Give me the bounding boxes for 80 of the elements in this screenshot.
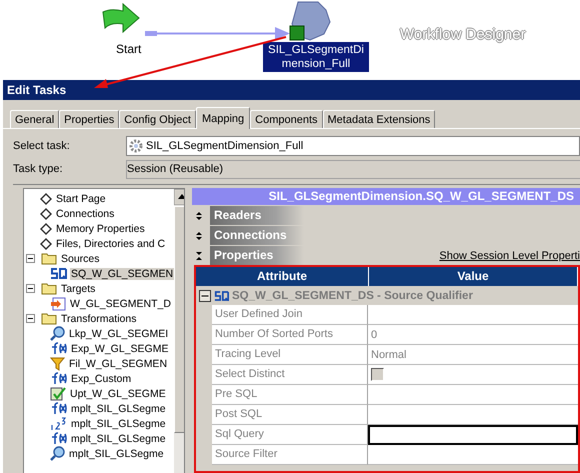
section-header[interactable]: Readers (210, 206, 304, 225)
folder-icon (41, 252, 57, 265)
collapse-icon[interactable] (199, 290, 211, 302)
workflow-designer-title: Workflow Designer (400, 26, 526, 43)
session-label[interactable]: SIL_GLSegmentDimension_Full (263, 42, 369, 72)
attribute-cell: Number Of Sorted Ports (212, 325, 368, 345)
tree-item[interactable]: mplt_SIL_GLSegme (70, 418, 167, 430)
collapse-icon[interactable] (26, 284, 35, 293)
attribute-cell: Pre SQL (212, 385, 368, 405)
function-icon (50, 372, 67, 385)
section-title: Connections (214, 228, 287, 242)
tab[interactable]: General (10, 110, 60, 128)
gear-icon (129, 139, 143, 153)
sequence-icon (50, 417, 67, 430)
column-header[interactable]: Attribute (196, 267, 369, 286)
tree-item[interactable]: Exp_Custom (70, 372, 132, 384)
start-label: Start (116, 42, 142, 56)
source-qualifier-icon (214, 290, 229, 300)
select-task-label: Select task: (13, 140, 71, 152)
tree-item[interactable]: W_GL_SEGMENT_D (69, 298, 172, 310)
attribute-cell: Select Distinct (212, 365, 368, 385)
tab[interactable]: Components (250, 110, 323, 128)
function-icon (50, 402, 67, 415)
task-type-value: Session (Reusable) (126, 160, 580, 178)
source-qualifier-icon (50, 268, 67, 279)
start-arrow-icon[interactable] (101, 2, 141, 36)
select-task-field[interactable]: SIL_GLSegmentDimension_Full (126, 136, 580, 156)
clipboard-check-icon (50, 386, 66, 401)
value-cell: 0 (368, 325, 578, 345)
tree-item[interactable]: Files, Directories and C (55, 238, 166, 250)
tree-item[interactable]: mplt_SIL_GLSegme (70, 402, 167, 414)
panel-title: SIL_GLSegmentDimension.SQ_W_GL_SEGMENT_DS (192, 188, 580, 205)
attribute-cell: Source Filter (212, 445, 368, 465)
dialog-title: Edit Tasks (7, 83, 66, 97)
checkbox[interactable] (371, 368, 384, 381)
function-icon (50, 342, 67, 355)
section-title: Properties (214, 248, 274, 262)
session-properties-link[interactable]: Show Session Level Properti (439, 250, 580, 262)
diamond-icon (40, 222, 52, 234)
session-icon[interactable] (288, 0, 332, 42)
magnifier-icon (50, 326, 65, 341)
tree-item[interactable]: SQ_W_GL_SEGMEN (70, 268, 174, 280)
section-title: Readers (214, 208, 262, 222)
collapse-icon[interactable] (26, 314, 35, 323)
diamond-icon (40, 208, 52, 220)
diamond-icon (40, 192, 52, 204)
tab[interactable]: Metadata Extensions (322, 110, 436, 128)
sql-query-field[interactable] (368, 425, 578, 445)
tree-item[interactable]: Targets (60, 282, 96, 294)
diamond-icon (40, 238, 52, 250)
tab[interactable]: Mapping (196, 107, 250, 129)
tree-item[interactable]: Lkp_W_GL_SEGMEI (68, 328, 170, 340)
tree-item[interactable]: Memory Properties (55, 222, 146, 234)
attribute-cell: Post SQL (212, 405, 368, 425)
attribute-cell: Tracing Level (212, 345, 368, 365)
attribute-cell: Sql Query (212, 425, 368, 445)
magnifier-icon (50, 446, 65, 461)
tree-item[interactable]: Connections (55, 208, 116, 220)
tree-item[interactable]: Fil_W_GL_SEGMEN (68, 358, 168, 370)
attribute-cell: User Defined Join (212, 305, 368, 325)
section-header[interactable]: Properties (210, 246, 304, 265)
function-icon (50, 432, 67, 445)
tab[interactable]: Config Object (119, 110, 196, 128)
funnel-icon (50, 356, 65, 370)
tree-item[interactable]: mplt_SIL_GLSegme (68, 448, 165, 460)
folder-icon (41, 282, 57, 295)
target-table-icon (50, 296, 66, 310)
tree-item[interactable]: Start Page (55, 192, 107, 204)
group-title: SQ_W_GL_SEGMENT_DS - Source Qualifier (232, 290, 473, 302)
tree-item[interactable]: Exp_W_GL_SEGME (70, 342, 170, 354)
tree-item[interactable]: Transformations (60, 312, 138, 324)
value-cell: Normal (368, 345, 578, 365)
tree-item[interactable]: Upt_W_GL_SEGME (69, 388, 167, 400)
tree-item[interactable]: mplt_SIL_GLSegme (70, 432, 167, 444)
tab[interactable]: Properties (59, 110, 120, 128)
collapse-icon[interactable] (26, 254, 35, 263)
folder-icon (41, 312, 57, 325)
task-type-label: Task type: (13, 163, 64, 175)
tree-item[interactable]: Sources (60, 252, 101, 264)
column-header[interactable]: Value (369, 267, 578, 286)
